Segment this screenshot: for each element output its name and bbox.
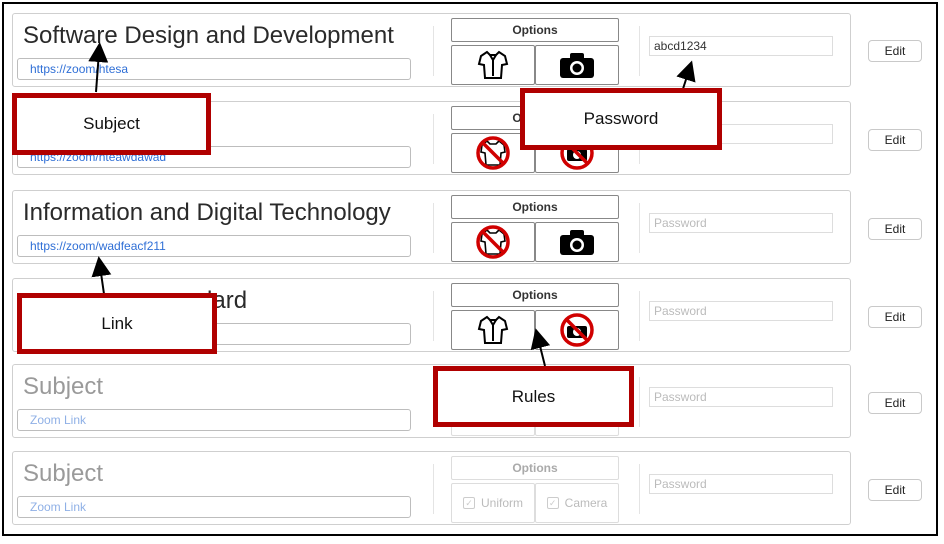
camera-checkbox[interactable]: ✓ Camera (535, 483, 619, 523)
divider (639, 377, 640, 427)
options-header[interactable]: Options (451, 456, 619, 480)
camera-toggle[interactable] (535, 310, 619, 350)
password-field[interactable]: Password (649, 387, 833, 407)
password-field[interactable]: abcd1234 (649, 36, 833, 56)
options-group: Options (451, 18, 621, 85)
checkbox-icon: ✓ (546, 497, 559, 509)
uniform-label: Uniform (480, 496, 523, 510)
divider (433, 291, 434, 341)
zoom-link-field[interactable]: Zoom Link (17, 409, 411, 431)
camera-label: Camera (564, 496, 608, 510)
edit-button[interactable]: Edit (868, 306, 922, 328)
camera-toggle[interactable] (535, 45, 619, 85)
uniform-toggle[interactable] (451, 310, 535, 350)
uniform-checkbox[interactable]: ✓ Uniform (451, 483, 535, 523)
options-group: Options (451, 283, 621, 350)
options-group: Options (451, 195, 621, 262)
camera-icon (560, 230, 594, 255)
subject-title[interactable]: Information and Digital Technology (23, 199, 391, 227)
no-camera-icon (560, 313, 594, 347)
no-uniform-icon (476, 136, 510, 170)
subject-row: Subject Zoom Link Options ✓ Uniform ✓ Came… (12, 451, 922, 525)
subject-title[interactable]: Software Design and Development (23, 22, 394, 50)
camera-toggle[interactable] (535, 222, 619, 262)
edit-button[interactable]: Edit (868, 40, 922, 62)
zoom-link-field[interactable]: https://zoom/htesa (17, 58, 411, 80)
options-header[interactable]: Options (451, 195, 619, 219)
divider (433, 464, 434, 514)
options-header[interactable]: Options (451, 283, 619, 307)
checkbox-icon: ✓ (462, 497, 475, 509)
edit-button[interactable]: Edit (868, 479, 922, 501)
password-field[interactable]: Password (649, 301, 833, 321)
divider (433, 203, 434, 253)
zoom-link-field[interactable]: https://zoom/wadfeacf211 (17, 235, 411, 257)
subject-field[interactable]: Subject (23, 373, 103, 401)
edit-button[interactable]: Edit (868, 129, 922, 151)
rules-callout: Rules (433, 366, 634, 427)
options-group: Options ✓ Uniform ✓ Camera (451, 456, 621, 523)
options-header[interactable]: Options (451, 18, 619, 42)
password-field[interactable]: Password (649, 213, 833, 233)
uniform-toggle[interactable] (451, 222, 535, 262)
subject-row: Subject Zoom Link Password Edit (12, 364, 922, 438)
edit-button[interactable]: Edit (868, 218, 922, 240)
divider (639, 203, 640, 253)
no-uniform-icon (476, 225, 510, 259)
camera-icon (560, 53, 594, 78)
password-field[interactable]: Password (649, 474, 833, 494)
subject-row: Information and Digital Technology https… (12, 190, 922, 264)
edit-button[interactable]: Edit (868, 392, 922, 414)
subject-row: Software Design and Development https://… (12, 13, 922, 87)
subject-callout: Subject (12, 93, 211, 155)
subject-field[interactable]: Subject (23, 460, 103, 488)
divider (433, 114, 434, 164)
zoom-link-field[interactable]: Zoom Link (17, 496, 411, 518)
shirt-icon (477, 315, 509, 344)
divider (639, 464, 640, 514)
divider (639, 26, 640, 76)
link-callout: Link (17, 293, 217, 354)
divider (433, 26, 434, 76)
divider (639, 291, 640, 341)
password-callout: Password (520, 88, 722, 150)
uniform-toggle[interactable] (451, 45, 535, 85)
shirt-icon (477, 50, 509, 79)
